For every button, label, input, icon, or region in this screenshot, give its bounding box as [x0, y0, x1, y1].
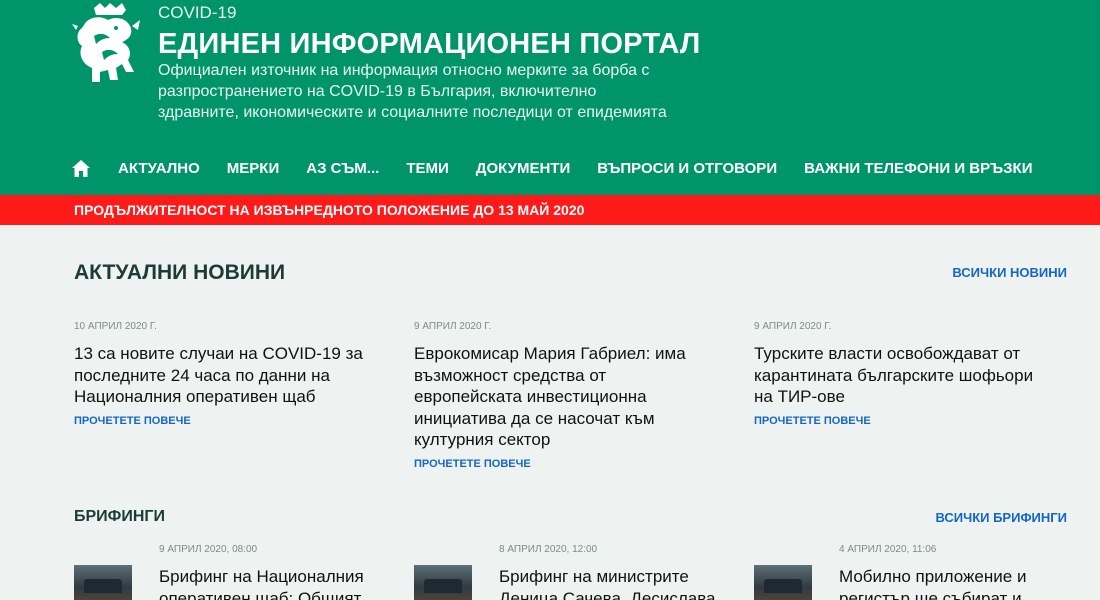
news-date: 9 АПРИЛ 2020 Г. — [414, 321, 492, 332]
nav-item-faq[interactable]: ВЪПРОСИ И ОТГОВОРИ — [597, 160, 777, 177]
news-headline[interactable]: Турските власти освобождават от карантин… — [754, 343, 1054, 408]
news-item: 10 АПРИЛ 2020 Г. 13 са новите случаи на … — [74, 321, 374, 427]
briefing-headline[interactable]: Мобилно приложение и регистър ще събират… — [839, 566, 1079, 600]
main-nav: АКТУАЛНО МЕРКИ АЗ СЪМ... ТЕМИ ДОКУМЕНТИ … — [72, 155, 1059, 181]
all-news-link[interactable]: ВСИЧКИ НОВИНИ — [952, 265, 1067, 280]
news-section-title: АКТУАЛНИ НОВИНИ — [74, 261, 286, 284]
briefing-date: 4 АПРИЛ 2020, 11:06 — [839, 544, 937, 555]
alert-banner: ПРОДЪЛЖИТЕЛНОСТ НА ИЗВЪНРЕДНОТО ПОЛОЖЕНИ… — [0, 195, 1100, 225]
briefing-headline[interactable]: Брифинг на Националния оперативен щаб: О… — [159, 566, 399, 600]
nav-item-temi[interactable]: ТЕМИ — [406, 160, 448, 177]
site-header: COVID-19 ЕДИНЕН ИНФОРМАЦИОНЕН ПОРТАЛ Офи… — [0, 0, 1100, 195]
all-briefings-link[interactable]: ВСИЧКИ БРИФИНГИ — [935, 510, 1067, 525]
home-icon[interactable] — [72, 158, 92, 178]
read-more-link[interactable]: ПРОЧЕТЕТЕ ПОВЕЧЕ — [414, 458, 714, 470]
brand-subtitle: COVID-19 — [158, 3, 237, 22]
briefings-section-title: БРИФИНГИ — [74, 508, 165, 525]
briefing-thumbnail[interactable] — [74, 565, 132, 600]
briefing-date: 8 АПРИЛ 2020, 12:00 — [499, 544, 598, 555]
read-more-link[interactable]: ПРОЧЕТЕТЕ ПОВЕЧЕ — [754, 415, 1054, 427]
briefing-thumbnail[interactable] — [414, 565, 472, 600]
nav-item-phones-links[interactable]: ВАЖНИ ТЕЛЕФОНИ И ВРЪЗКИ — [804, 160, 1032, 177]
news-date: 9 АПРИЛ 2020 Г. — [754, 321, 832, 332]
briefing-date: 9 АПРИЛ 2020, 08:00 — [159, 544, 258, 555]
lion-coat-of-arms-icon[interactable] — [72, 2, 144, 88]
news-item: 9 АПРИЛ 2020 Г. Турските власти освобожд… — [754, 321, 1054, 427]
briefing-thumbnail[interactable] — [754, 565, 812, 600]
nav-item-az-sam[interactable]: АЗ СЪМ... — [306, 160, 379, 177]
nav-item-aktualno[interactable]: АКТУАЛНО — [118, 160, 200, 177]
news-item: 9 АПРИЛ 2020 Г. Еврокомисар Мария Габрие… — [414, 321, 714, 470]
news-headline[interactable]: Еврокомисар Мария Габриел: има възможнос… — [414, 343, 714, 451]
nav-item-merki[interactable]: МЕРКИ — [227, 160, 279, 177]
site-title[interactable]: ЕДИНЕН ИНФОРМАЦИОНЕН ПОРТАЛ — [158, 28, 700, 61]
site-description: Официален източник на информация относно… — [158, 62, 667, 121]
news-date: 10 АПРИЛ 2020 Г. — [74, 321, 157, 332]
read-more-link[interactable]: ПРОЧЕТЕТЕ ПОВЕЧЕ — [74, 415, 374, 427]
news-headline[interactable]: 13 са новите случаи на COVID-19 за после… — [74, 343, 374, 408]
nav-item-dokumenti[interactable]: ДОКУМЕНТИ — [476, 160, 571, 177]
alert-text[interactable]: ПРОДЪЛЖИТЕЛНОСТ НА ИЗВЪНРЕДНОТО ПОЛОЖЕНИ… — [74, 202, 584, 218]
briefing-headline[interactable]: Брифинг на министрите Деница Сачева, Дес… — [499, 566, 739, 600]
